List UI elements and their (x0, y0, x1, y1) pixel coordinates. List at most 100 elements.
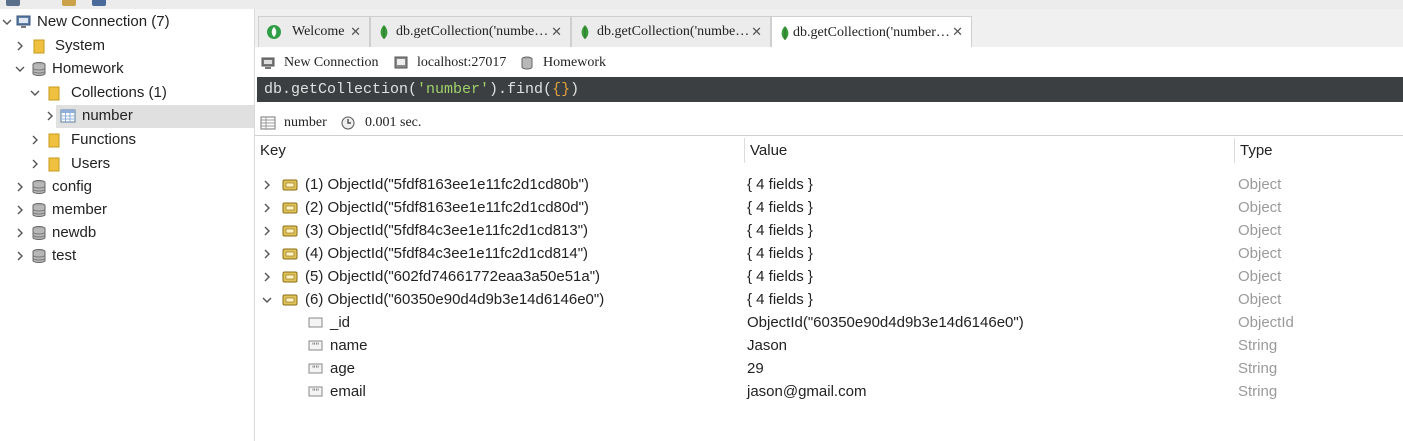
database-icon (32, 249, 46, 263)
tab-query-2[interactable]: db.getCollection('numbe… ✕ (571, 16, 771, 47)
chevron-right-icon[interactable] (13, 180, 27, 194)
context-host-label: localhost:27017 (417, 55, 507, 70)
svg-text:"": "" (312, 388, 319, 397)
field-type: String (1238, 337, 1278, 354)
chevron-right-icon[interactable] (260, 224, 274, 238)
tree-item-test[interactable]: test (0, 245, 254, 268)
column-divider[interactable] (744, 138, 745, 163)
result-collection-label: number (284, 115, 327, 130)
chevron-right-icon[interactable] (13, 203, 27, 217)
document-row[interactable]: (6) ObjectId("60350e90d4d9b3e14d6146e0")… (255, 289, 1403, 312)
field-type: String (1238, 383, 1278, 400)
query-text: ) (570, 81, 580, 98)
chevron-right-icon[interactable] (260, 178, 274, 192)
field-value: jason@gmail.com (747, 383, 867, 400)
chevron-right-icon[interactable] (43, 109, 57, 123)
chevron-right-icon[interactable] (260, 247, 274, 261)
mongo-leaf-icon (380, 25, 388, 39)
chevron-down-icon[interactable] (0, 15, 14, 29)
row-type: Object (1238, 199, 1282, 216)
field-row[interactable]: _id ObjectId("60350e90d4d9b3e14d6146e0") O… (255, 312, 1403, 335)
toolbar-icon[interactable] (62, 0, 76, 6)
tree-item-homework[interactable]: Homework (0, 58, 254, 81)
row-value: { 4 fields } (747, 222, 813, 239)
tree-item-config[interactable]: config (0, 176, 254, 199)
column-divider[interactable] (1234, 138, 1235, 163)
tree-item-connection[interactable]: New Connection (7) (0, 11, 254, 34)
mongo-leaf-icon (581, 25, 589, 39)
close-icon[interactable]: ✕ (751, 24, 762, 40)
string-icon: "" (308, 363, 323, 374)
query-editor[interactable]: db.getCollection('number').find({}) (257, 77, 1403, 102)
document-row[interactable]: (4) ObjectId("5fdf84c3ee1e11fc2d1cd814")… (255, 243, 1403, 266)
computer-icon (394, 56, 408, 69)
chevron-right-icon[interactable] (260, 270, 274, 284)
server-icon (261, 57, 275, 69)
row-type: Object (1238, 268, 1282, 285)
svg-text:"": "" (312, 365, 319, 374)
close-icon[interactable]: ✕ (350, 24, 361, 40)
field-row[interactable]: "" email jason@gmail.com String (255, 381, 1403, 404)
close-icon[interactable]: ✕ (952, 24, 963, 40)
chevron-right-icon[interactable] (13, 226, 27, 240)
field-key: age (330, 360, 356, 377)
tree-item-users[interactable]: Users (0, 153, 254, 176)
object-icon (282, 248, 298, 260)
main-panel: Welcome ✕ db.getCollection('numbe… ✕ db.… (255, 9, 1403, 441)
mongo-leaf-icon (781, 25, 789, 40)
svg-text:"": "" (312, 342, 319, 351)
tree-item-member[interactable]: member (0, 199, 254, 222)
chevron-right-icon[interactable] (28, 133, 42, 147)
tree-item-label: Homework (52, 60, 124, 77)
tree-item-label: Collections (1) (71, 84, 167, 101)
field-row[interactable]: "" name Jason String (255, 335, 1403, 358)
document-row[interactable]: (1) ObjectId("5fdf8163ee1e11fc2d1cd80b")… (255, 174, 1403, 197)
object-icon (282, 225, 298, 237)
document-row[interactable]: (2) ObjectId("5fdf8163ee1e11fc2d1cd80d")… (255, 197, 1403, 220)
chevron-right-icon[interactable] (28, 157, 42, 171)
result-time-label: 0.001 sec. (365, 115, 422, 130)
tab-bar: Welcome ✕ db.getCollection('numbe… ✕ db.… (255, 9, 1403, 48)
context-connection-label: New Connection (284, 55, 379, 70)
tree-item-functions[interactable]: Functions (0, 129, 254, 152)
tree-item-label: config (52, 178, 93, 195)
mongo-leaf-icon (267, 25, 281, 39)
tab-query-3-active[interactable]: db.getCollection('number… ✕ (771, 16, 972, 48)
field-key: email (330, 383, 366, 400)
field-row[interactable]: "" age 29 String (255, 358, 1403, 381)
chevron-right-icon[interactable] (13, 249, 27, 263)
result-time: 0.001 sec. (341, 115, 421, 131)
column-header-type[interactable]: Type (1240, 138, 1273, 163)
result-status-bar: number 0.001 sec. (255, 111, 1403, 136)
tab-query-1[interactable]: db.getCollection('numbe… ✕ (370, 16, 571, 47)
tab-label: db.getCollection('number… (793, 24, 950, 40)
chevron-right-icon[interactable] (260, 201, 274, 215)
folder-icon (48, 157, 60, 172)
tree-item-system[interactable]: System (0, 35, 254, 58)
tab-label: Welcome (292, 24, 345, 39)
string-icon: "" (308, 386, 323, 397)
field-type: String (1238, 360, 1278, 377)
tree-item-newdb[interactable]: newdb (0, 222, 254, 245)
chevron-down-icon[interactable] (28, 86, 42, 100)
column-header-value[interactable]: Value (750, 138, 787, 163)
context-database-label: Homework (543, 55, 606, 70)
tree-item-label: member (52, 201, 108, 218)
chevron-right-icon[interactable] (13, 39, 27, 53)
chevron-down-icon[interactable] (260, 293, 274, 307)
field-value: ObjectId("60350e90d4d9b3e14d6146e0") (747, 314, 1024, 331)
column-header-key[interactable]: Key (260, 138, 286, 163)
tab-welcome[interactable]: Welcome ✕ (258, 16, 370, 47)
context-database: Homework (520, 55, 606, 71)
row-value: { 4 fields } (747, 245, 813, 262)
database-icon (521, 56, 533, 70)
toolbar-icon[interactable] (6, 0, 20, 6)
close-icon[interactable]: ✕ (551, 24, 562, 40)
document-row[interactable]: (5) ObjectId("602fd74661772eaa3a50e51a")… (255, 266, 1403, 289)
row-value: { 4 fields } (747, 199, 813, 216)
document-row[interactable]: (3) ObjectId("5fdf84c3ee1e11fc2d1cd813")… (255, 220, 1403, 243)
toolbar-icon[interactable] (92, 0, 106, 6)
tree-item-collections[interactable]: Collections (1) (0, 82, 254, 105)
chevron-down-icon[interactable] (13, 62, 27, 76)
tree-item-number-collection[interactable]: number (47, 105, 254, 128)
